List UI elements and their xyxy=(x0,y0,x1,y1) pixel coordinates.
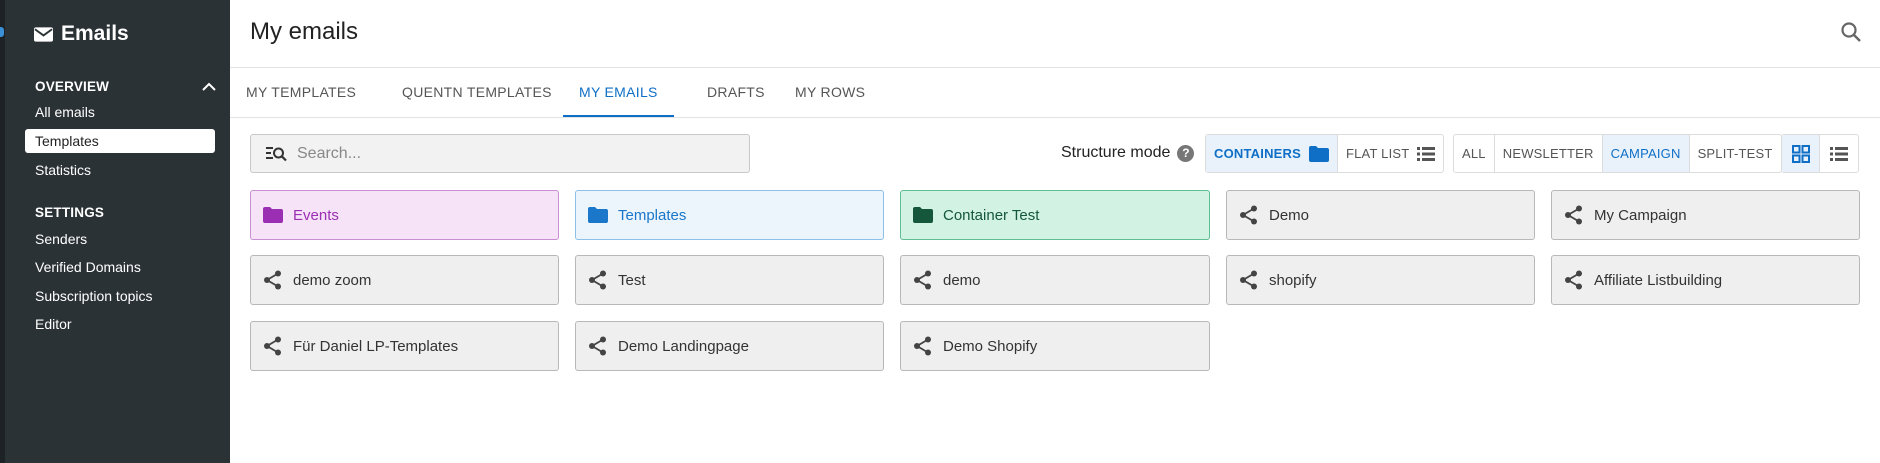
sidebar-section-settings: SETTINGS xyxy=(35,205,216,220)
share-icon xyxy=(589,336,606,356)
card-label: Events xyxy=(293,206,339,224)
card-label: Affiliate Listbuilding xyxy=(1594,271,1723,289)
card-label: Demo Shopify xyxy=(943,337,1038,355)
envelope-icon xyxy=(34,26,53,42)
tab-drafts[interactable]: DRAFTS xyxy=(691,69,781,117)
tab-my-rows[interactable]: MY ROWS xyxy=(779,69,881,117)
share-icon xyxy=(914,336,931,356)
list-icon xyxy=(1417,146,1436,161)
card-label: demo xyxy=(943,271,981,289)
card-label: Demo Landingpage xyxy=(618,337,749,355)
sidebar: Emails OVERVIEW All emails Templates Sta… xyxy=(0,0,230,463)
folder-icon xyxy=(1308,145,1329,162)
list-view-button[interactable] xyxy=(1820,135,1858,172)
filter-newsletter[interactable]: NEWSLETTER xyxy=(1495,135,1603,172)
containers-button[interactable]: CONTAINERS xyxy=(1206,135,1338,172)
help-icon[interactable]: ? xyxy=(1177,144,1195,162)
tab-bar: MY TEMPLATES QUENTN TEMPLATES MY EMAILS … xyxy=(230,69,1880,118)
search-field[interactable] xyxy=(250,134,750,173)
folder-icon xyxy=(913,207,933,223)
campaign-card-demo-zoom[interactable]: demo zoom xyxy=(250,255,559,305)
filter-split-test[interactable]: SPLIT-TEST xyxy=(1690,135,1781,172)
tab-my-emails[interactable]: MY EMAILS xyxy=(563,69,674,117)
type-filter: ALL NEWSLETTER CAMPAIGN SPLIT-TEST xyxy=(1453,134,1782,173)
structure-mode-label: Structure mode ? xyxy=(1061,144,1195,162)
card-label: Demo xyxy=(1269,206,1310,224)
share-icon xyxy=(1240,205,1257,225)
sidebar-item-templates[interactable]: Templates xyxy=(25,129,215,153)
structure-mode-text: Structure mode xyxy=(1061,144,1171,161)
campaign-card-my-campaign[interactable]: My Campaign xyxy=(1551,190,1860,240)
edge-indicator xyxy=(0,27,4,37)
folder-icon xyxy=(263,207,283,223)
brand-title: Emails xyxy=(61,22,129,45)
filter-search-icon xyxy=(266,146,287,161)
card-label: Container Test xyxy=(943,206,1040,224)
campaign-card-shopify[interactable]: shopify xyxy=(1226,255,1535,305)
card-label: Templates xyxy=(618,206,687,224)
folder-card-templates[interactable]: Templates xyxy=(575,190,884,240)
campaign-card-affiliate-listbuilding[interactable]: Affiliate Listbuilding xyxy=(1551,255,1860,305)
sidebar-item-editor[interactable]: Editor xyxy=(35,316,72,332)
tab-quentn-templates[interactable]: QUENTN TEMPLATES xyxy=(386,69,568,117)
page-title: My emails xyxy=(250,18,359,45)
overview-heading: OVERVIEW xyxy=(35,79,110,94)
sidebar-item-all-emails[interactable]: All emails xyxy=(35,104,95,120)
view-toggle xyxy=(1781,134,1859,173)
sidebar-edge xyxy=(0,0,5,463)
campaign-card-demo[interactable]: Demo xyxy=(1226,190,1535,240)
grid-view-icon xyxy=(1791,144,1810,163)
flat-list-label: FLAT LIST xyxy=(1345,146,1410,161)
sidebar-item-senders[interactable]: Senders xyxy=(35,231,87,247)
campaign-card-fuer-daniel[interactable]: Für Daniel LP-Templates xyxy=(250,321,559,371)
share-icon xyxy=(589,270,606,290)
tab-my-templates[interactable]: MY TEMPLATES xyxy=(230,69,372,117)
card-label: Test xyxy=(618,271,646,289)
share-icon xyxy=(264,270,281,290)
grid-view-button[interactable] xyxy=(1782,135,1820,172)
share-icon xyxy=(1240,270,1257,290)
sidebar-item-statistics[interactable]: Statistics xyxy=(35,162,91,178)
chevron-up-icon[interactable] xyxy=(202,82,216,91)
settings-heading: SETTINGS xyxy=(35,205,105,220)
folder-card-container-test[interactable]: Container Test xyxy=(900,190,1210,240)
sidebar-item-subscription-topics[interactable]: Subscription topics xyxy=(35,288,153,304)
sidebar-section-overview[interactable]: OVERVIEW xyxy=(35,79,216,94)
campaign-card-demo-shopify[interactable]: Demo Shopify xyxy=(900,321,1210,371)
list-view-icon xyxy=(1830,146,1848,161)
folder-card-events[interactable]: Events xyxy=(250,190,559,240)
card-label: My Campaign xyxy=(1594,206,1687,224)
share-icon xyxy=(1565,270,1582,290)
campaign-card-demo-landingpage[interactable]: Demo Landingpage xyxy=(575,321,884,371)
filter-all[interactable]: ALL xyxy=(1454,135,1495,172)
card-label: Für Daniel LP-Templates xyxy=(293,337,459,355)
card-label: shopify xyxy=(1269,271,1317,289)
campaign-card-demo-lower[interactable]: demo xyxy=(900,255,1210,305)
share-icon xyxy=(264,336,281,356)
structure-mode-toggle: CONTAINERS FLAT LIST xyxy=(1205,134,1445,173)
search-input[interactable] xyxy=(297,144,717,163)
folder-icon xyxy=(588,207,608,223)
search-icon[interactable] xyxy=(1840,21,1862,43)
card-label: demo zoom xyxy=(293,271,372,289)
share-icon xyxy=(1565,205,1582,225)
campaign-card-test[interactable]: Test xyxy=(575,255,884,305)
share-icon xyxy=(914,270,931,290)
brand[interactable]: Emails xyxy=(34,22,129,46)
containers-label: CONTAINERS xyxy=(1214,146,1301,161)
page-header: My emails xyxy=(230,0,1880,68)
flat-list-button[interactable]: FLAT LIST xyxy=(1338,135,1443,172)
filter-campaign[interactable]: CAMPAIGN xyxy=(1602,135,1690,172)
sidebar-item-verified-domains[interactable]: Verified Domains xyxy=(35,259,141,275)
